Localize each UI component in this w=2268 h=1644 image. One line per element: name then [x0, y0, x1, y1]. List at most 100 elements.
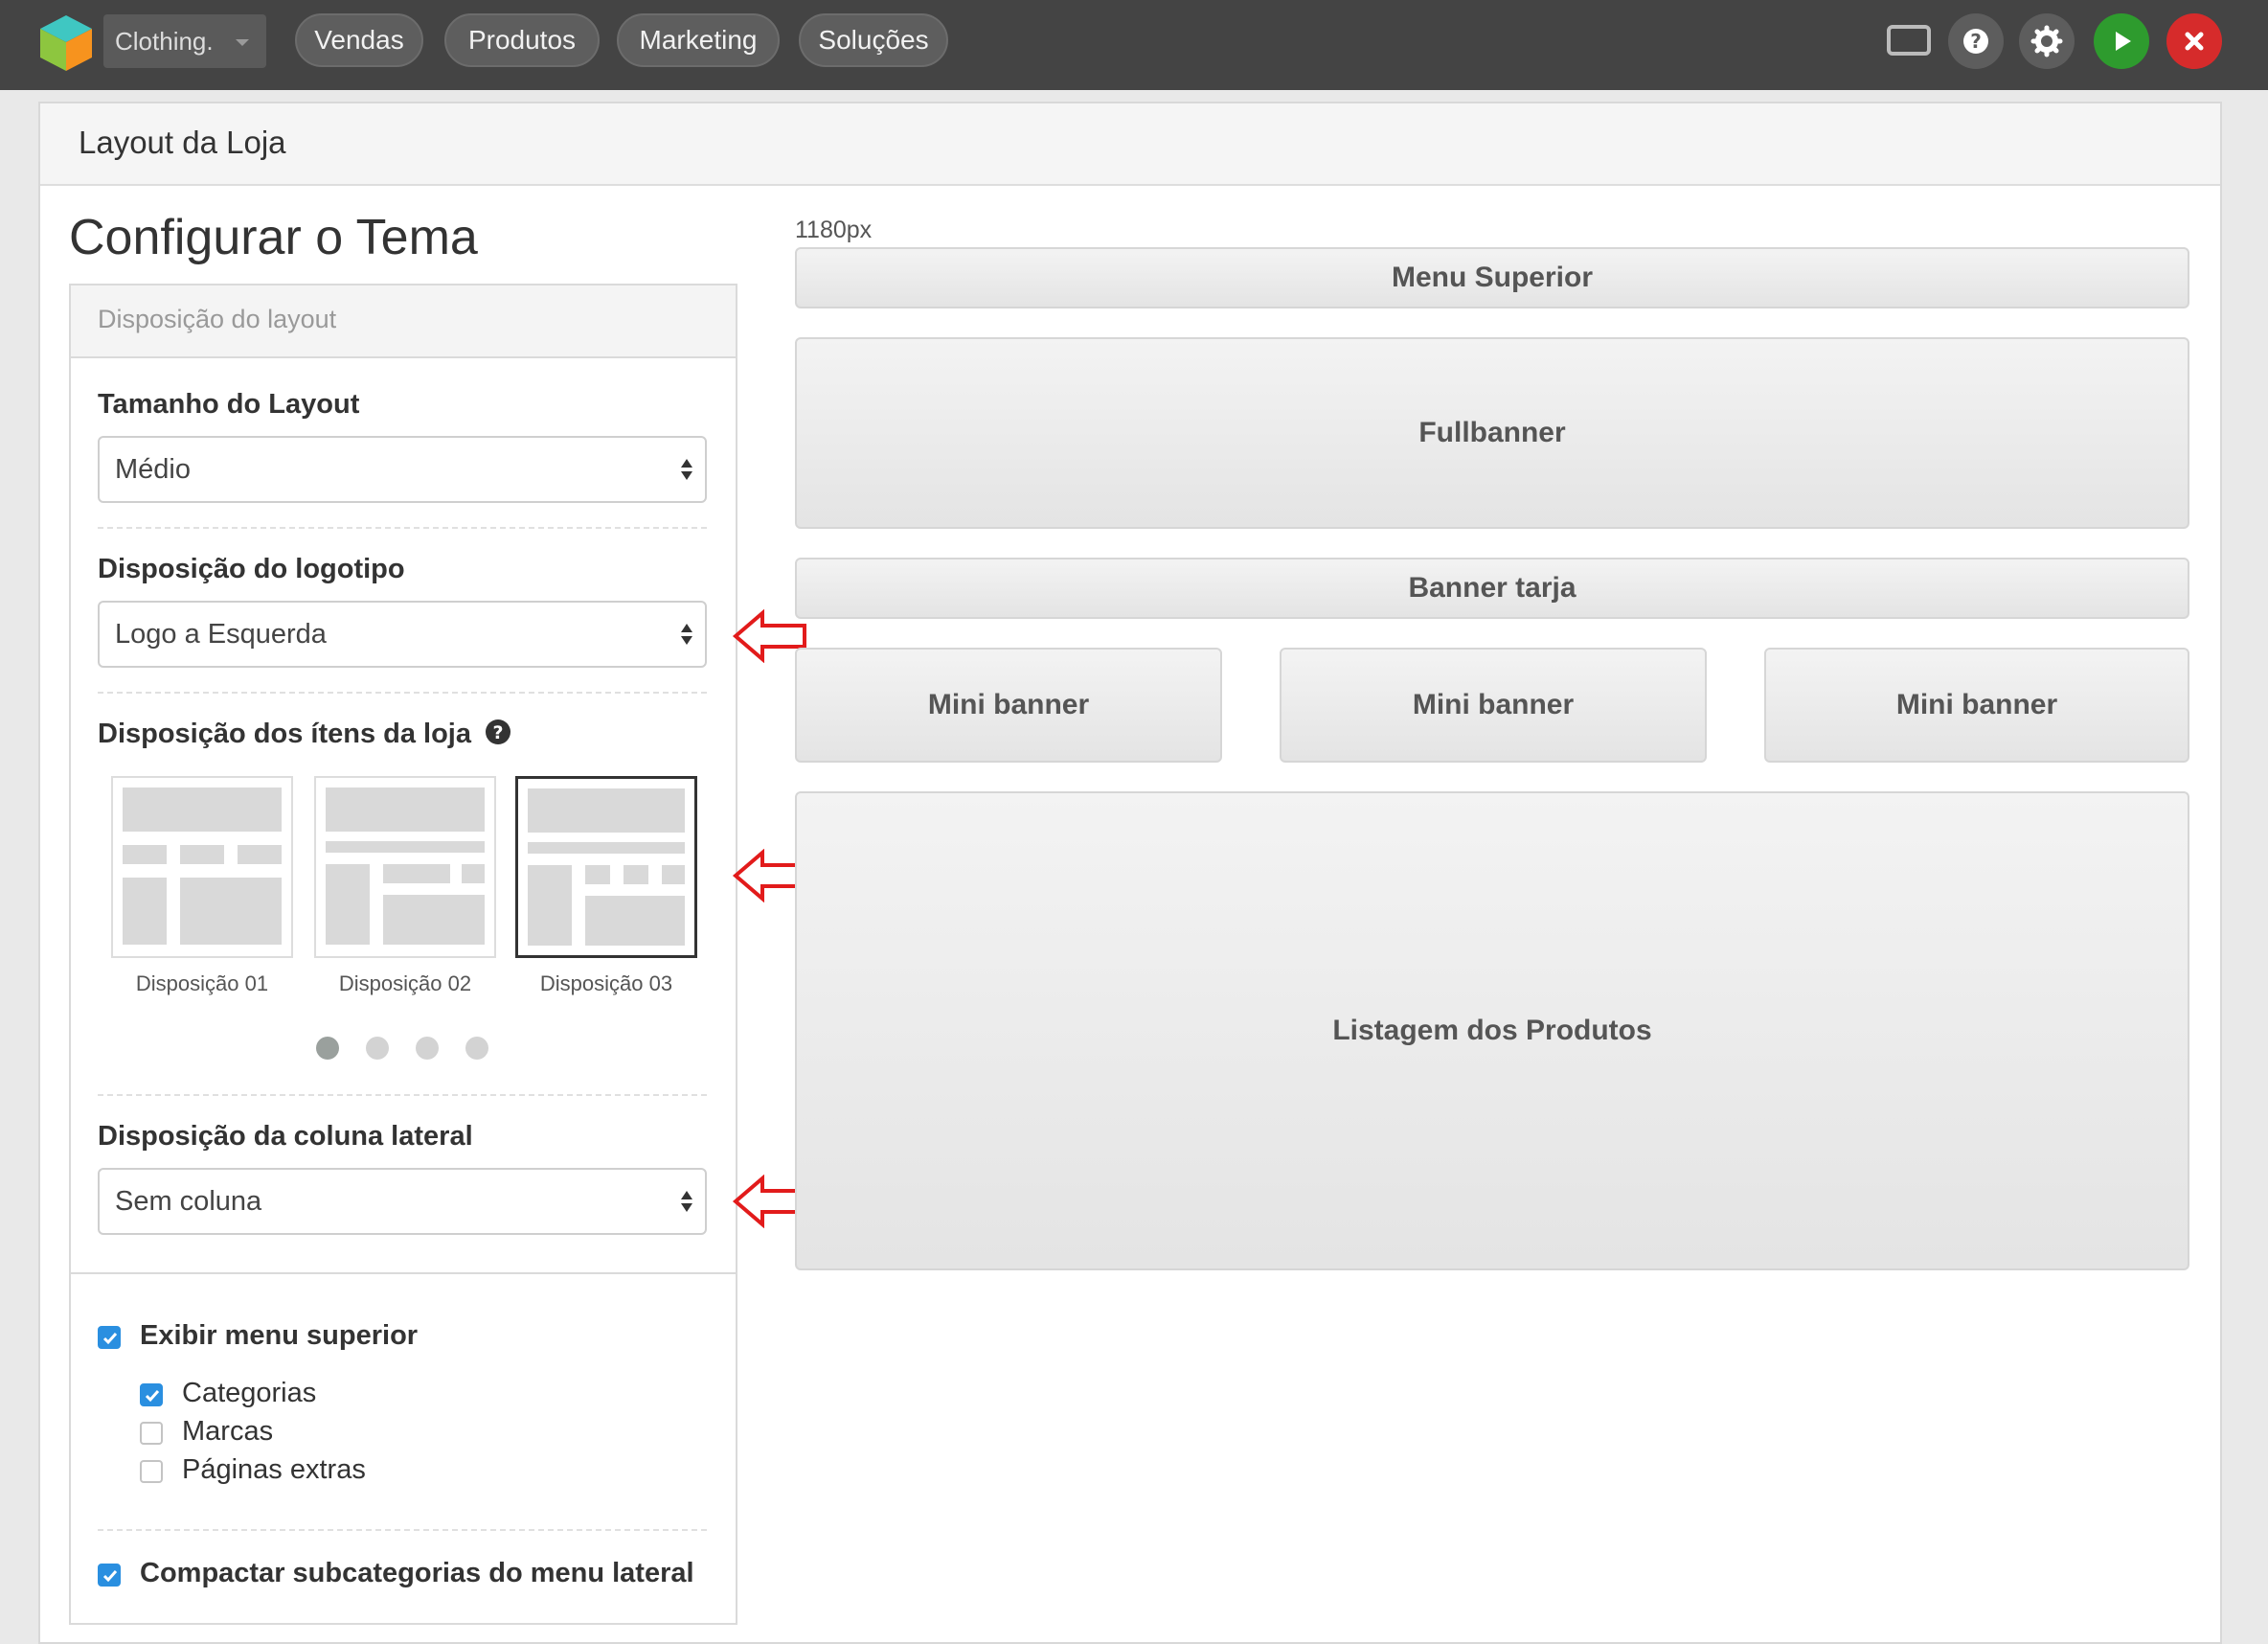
check-icon: [102, 1570, 118, 1583]
preview-menu-superior[interactable]: Menu Superior: [795, 247, 2189, 308]
preview-block-label: Menu Superior: [1391, 262, 1593, 293]
preview-mini-banner[interactable]: Mini banner: [795, 648, 1222, 763]
paginas-extras-checkbox[interactable]: [140, 1460, 163, 1483]
carousel-dot[interactable]: [465, 1037, 488, 1060]
carousel-dot[interactable]: [416, 1037, 439, 1060]
thumb-block: [383, 895, 485, 945]
settings-section-header: Disposição do layout: [71, 285, 736, 358]
thumb-block: [238, 845, 282, 864]
chevron-down-icon: [236, 39, 249, 46]
thumb-block: [528, 788, 685, 833]
thumb-block: [585, 896, 685, 946]
preview-width-label: 1180px: [795, 217, 873, 243]
paginas-extras-label: Páginas extras: [182, 1454, 366, 1485]
page-title: Configurar o Tema: [69, 210, 478, 265]
layout-size-value: Médio: [115, 454, 191, 485]
top-bar: Clothing. Vendas Produtos Marketing Solu…: [0, 0, 2268, 90]
thumb-block: [585, 865, 610, 884]
layout-option-02-label: Disposição 02: [338, 971, 472, 995]
thumb-block: [326, 841, 485, 853]
question-circle-icon[interactable]: ?: [485, 719, 511, 745]
thumb-block: [624, 865, 648, 884]
nav-marketing[interactable]: Marketing: [617, 13, 780, 67]
panel-header: Layout da Loja: [40, 103, 2220, 186]
preview-fullbanner[interactable]: Fullbanner: [795, 337, 2189, 529]
sidebar-layout-label: Disposição da coluna lateral: [98, 1121, 473, 1152]
items-layout-label-text: Disposição dos ítens da loja: [98, 719, 471, 749]
divider: [98, 1094, 707, 1096]
select-arrows-icon: [681, 624, 692, 645]
play-icon: [2116, 32, 2131, 51]
preview-block-label: Mini banner: [927, 689, 1090, 720]
select-arrows-icon: [681, 459, 692, 480]
close-icon: [2185, 32, 2204, 51]
thumb-block: [180, 845, 224, 864]
compact-subcategories-checkbox[interactable]: [98, 1564, 121, 1587]
logo-position-value: Logo a Esquerda: [115, 619, 327, 650]
thumb-block: [180, 878, 282, 945]
store-name: Clothing.: [115, 27, 214, 56]
carousel-dot[interactable]: [316, 1037, 339, 1060]
preview-banner-tarja[interactable]: Banner tarja: [795, 558, 2189, 619]
layout-option-02[interactable]: [314, 776, 496, 958]
preview-mini-banner[interactable]: Mini banner: [1764, 648, 2189, 763]
layout-size-select[interactable]: Médio: [98, 436, 707, 503]
check-icon: [145, 1390, 160, 1403]
gear-icon: [2030, 25, 2063, 57]
preview-block-label: Listagem dos Produtos: [1332, 1015, 1652, 1046]
logo-position-label: Disposição do logotipo: [98, 554, 405, 584]
marcas-checkbox[interactable]: [140, 1422, 163, 1445]
layout-option-03-label: Disposição 03: [539, 971, 673, 995]
play-button[interactable]: [2094, 13, 2149, 69]
thumb-block: [123, 878, 167, 945]
select-arrows-icon: [681, 1191, 692, 1212]
help-button[interactable]: ?: [1948, 13, 2004, 69]
logo-position-select[interactable]: Logo a Esquerda: [98, 601, 707, 668]
thumb-block: [123, 845, 167, 864]
show-top-menu-checkbox[interactable]: [98, 1326, 121, 1349]
divider: [98, 1529, 707, 1531]
divider: [98, 527, 707, 529]
preview-mini-banner[interactable]: Mini banner: [1280, 648, 1707, 763]
layout-option-03[interactable]: [515, 776, 697, 958]
categorias-label: Categorias: [182, 1378, 317, 1408]
preview-block-label: Mini banner: [1412, 689, 1575, 720]
section-title: Disposição do layout: [98, 305, 337, 333]
svg-text:?: ?: [1970, 30, 1982, 53]
thumb-block: [462, 864, 485, 883]
layout-option-01[interactable]: [111, 776, 293, 958]
show-top-menu-label: Exibir menu superior: [140, 1320, 419, 1351]
categorias-checkbox[interactable]: [140, 1383, 163, 1406]
thumb-block: [123, 788, 282, 832]
layout-option-01-label: Disposição 01: [135, 971, 269, 995]
preview-block-label: Banner tarja: [1408, 572, 1576, 604]
nav-solucoes[interactable]: Soluções: [799, 13, 948, 67]
thumb-block: [662, 865, 685, 884]
preview-block-label: Mini banner: [1895, 689, 2058, 720]
nav-vendas[interactable]: Vendas: [295, 13, 423, 67]
carousel-dot[interactable]: [366, 1037, 389, 1060]
logo-cube-icon[interactable]: [38, 13, 94, 73]
help-icon: ?: [1963, 29, 1988, 54]
svg-text:?: ?: [493, 722, 504, 743]
panel-title: Layout da Loja: [79, 125, 286, 160]
close-button[interactable]: [2166, 13, 2222, 69]
divider: [69, 1272, 737, 1274]
thumb-block: [326, 788, 485, 832]
thumb-block: [326, 864, 370, 945]
marcas-label: Marcas: [182, 1416, 274, 1447]
sidebar-layout-value: Sem coluna: [115, 1186, 262, 1217]
thumb-block: [528, 865, 572, 946]
nav-produtos[interactable]: Produtos: [444, 13, 600, 67]
thumb-block: [528, 842, 685, 854]
preview-block-label: Fullbanner: [1418, 417, 1566, 448]
settings-button[interactable]: [2019, 13, 2075, 69]
compact-subcategories-label: Compactar subcategorias do menu lateral: [140, 1558, 694, 1588]
preview-product-listing[interactable]: Listagem dos Produtos: [795, 791, 2189, 1270]
store-selector[interactable]: Clothing.: [103, 14, 266, 68]
monitor-icon[interactable]: [1887, 25, 1931, 56]
items-layout-label: Disposição dos ítens da loja ?: [98, 719, 511, 750]
layout-size-label: Tamanho do Layout: [98, 389, 360, 420]
sidebar-layout-select[interactable]: Sem coluna: [98, 1168, 707, 1235]
thumb-block: [383, 864, 450, 883]
